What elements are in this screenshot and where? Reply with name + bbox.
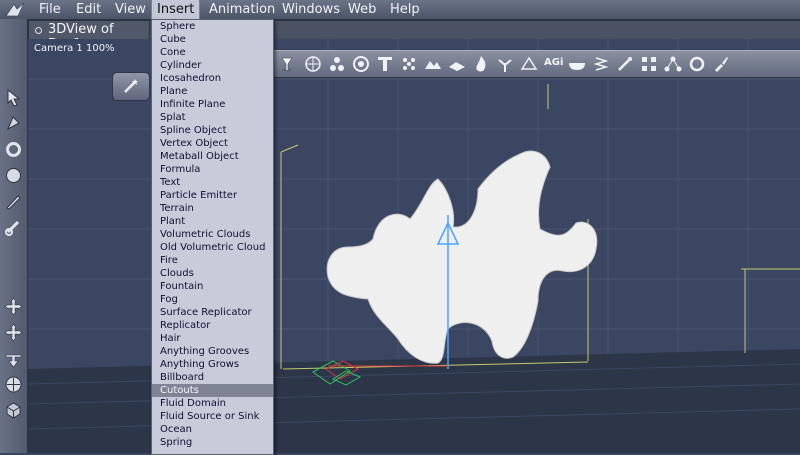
insert-menu-item-replicator[interactable]: Replicator [152, 319, 273, 332]
nodes-icon[interactable] [328, 55, 346, 73]
tab-dot-icon [35, 27, 42, 34]
globe-icon[interactable] [304, 55, 322, 73]
view-tool-widget[interactable] [112, 72, 150, 101]
insert-menu-item-anything-grooves[interactable]: Anything Grooves [152, 345, 273, 358]
rotate-arrow-icon[interactable] [4, 114, 23, 133]
particles-icon[interactable] [400, 55, 418, 73]
sphere-icon[interactable] [4, 166, 23, 185]
agi-button[interactable]: AGi [544, 57, 563, 68]
document-tab[interactable]: 3DView of Doc1 [28, 20, 150, 52]
menu-animation[interactable]: Animation [204, 0, 280, 19]
insert-menu-item-sphere[interactable]: Sphere [152, 20, 273, 33]
bowl-icon[interactable] [568, 55, 586, 73]
connectors-icon[interactable] [664, 55, 682, 73]
ring-icon[interactable] [688, 55, 706, 73]
insert-menu-item-fire[interactable]: Fire [152, 254, 273, 267]
insert-menu-item-metaball-object[interactable]: Metaball Object [152, 150, 273, 163]
volume-icon[interactable] [520, 55, 538, 73]
insert-menu-item-terrain[interactable]: Terrain [152, 202, 273, 215]
insert-menu-item-ocean[interactable]: Ocean [152, 423, 273, 436]
insert-menu-item-fountain[interactable]: Fountain [152, 280, 273, 293]
link-icon[interactable] [4, 218, 23, 237]
insert-menu-item-fog[interactable]: Fog [152, 293, 273, 306]
menu-help[interactable]: Help [385, 0, 425, 19]
insert-menu-item-cutouts[interactable]: Cutouts [152, 384, 273, 397]
insert-menu-item-billboard[interactable]: Billboard [152, 371, 273, 384]
menu-edit[interactable]: Edit [71, 0, 106, 19]
insert-menu-item-formula[interactable]: Formula [152, 163, 273, 176]
pencil-icon[interactable] [4, 192, 23, 211]
insert-menu-item-surface-replicator[interactable]: Surface Replicator [152, 306, 273, 319]
menu-insert[interactable]: Insert [151, 0, 201, 20]
goblet-icon[interactable] [278, 55, 296, 73]
cube-icon[interactable] [4, 401, 23, 420]
menu-web[interactable]: Web [343, 0, 381, 19]
left-toolbar [0, 19, 28, 453]
insert-menu-dropdown: Sphere Cube Cone Cylinder Icosahedron Plane In… [151, 19, 274, 455]
insert-menu-item-particle-emitter[interactable]: Particle Emitter [152, 189, 273, 202]
landscape-icon[interactable] [448, 55, 466, 73]
magic-wand-icon [124, 79, 138, 93]
target-icon[interactable] [352, 55, 370, 73]
insert-menu-item-plant[interactable]: Plant [152, 215, 273, 228]
insert-menu-item-fluid-source-or-sink[interactable]: Fluid Source or Sink [152, 410, 273, 423]
insert-menu-item-infinite-plane[interactable]: Infinite Plane [152, 98, 273, 111]
insert-menu-item-hair[interactable]: Hair [152, 332, 273, 345]
trackball-icon[interactable] [4, 375, 23, 394]
menu-file[interactable]: File [34, 0, 66, 19]
menu-windows[interactable]: Windows [277, 0, 345, 19]
object-toolbar: AGi [272, 50, 800, 78]
text-icon[interactable] [376, 55, 394, 73]
app-logo-icon [5, 2, 25, 17]
plant-icon[interactable] [496, 55, 514, 73]
spring-icon[interactable] [592, 55, 610, 73]
move-alt-icon[interactable] [4, 323, 23, 342]
insert-menu-item-fluid-domain[interactable]: Fluid Domain [152, 397, 273, 410]
insert-menu-item-spring[interactable]: Spring [152, 436, 273, 449]
insert-menu-item-volumetric-clouds[interactable]: Volumetric Clouds [152, 228, 273, 241]
insert-menu-item-cylinder[interactable]: Cylinder [152, 59, 273, 72]
insert-menu-item-cone[interactable]: Cone [152, 46, 273, 59]
menu-view[interactable]: View [110, 0, 151, 19]
insert-menu-item-plane[interactable]: Plane [152, 85, 273, 98]
replicator-icon[interactable] [640, 55, 658, 73]
bounding-box [280, 84, 800, 370]
insert-menu-item-cube[interactable]: Cube [152, 33, 273, 46]
spin-icon[interactable] [4, 140, 23, 159]
puzzle-object[interactable] [326, 150, 598, 364]
scene-canvas[interactable] [28, 39, 800, 453]
insert-menu-item-spline-object[interactable]: Spline Object [152, 124, 273, 137]
3d-viewport[interactable]: Camera 1 100% AGi [28, 39, 800, 453]
insert-menu-item-splat[interactable]: Splat [152, 111, 273, 124]
insert-menu-item-vertex-object[interactable]: Vertex Object [152, 137, 273, 150]
wand-icon[interactable] [616, 55, 634, 73]
insert-menu-item-text[interactable]: Text [152, 176, 273, 189]
insert-menu-item-icosahedron[interactable]: Icosahedron [152, 72, 273, 85]
insert-menu-item-clouds[interactable]: Clouds [152, 267, 273, 280]
insert-menu-item-old-volumetric-cloud[interactable]: Old Volumetric Cloud [152, 241, 273, 254]
camera-label: Camera 1 100% [34, 43, 115, 54]
brush-icon[interactable] [712, 55, 730, 73]
move-icon[interactable] [4, 297, 23, 316]
fire-icon[interactable] [472, 55, 490, 73]
terrain-icon[interactable] [424, 55, 442, 73]
insert-menu-item-anything-grows[interactable]: Anything Grows [152, 358, 273, 371]
move-down-icon[interactable] [4, 349, 23, 368]
select-arrow-icon[interactable] [4, 88, 23, 107]
menu-bar: File Edit View Insert Animation Windows … [0, 0, 800, 20]
